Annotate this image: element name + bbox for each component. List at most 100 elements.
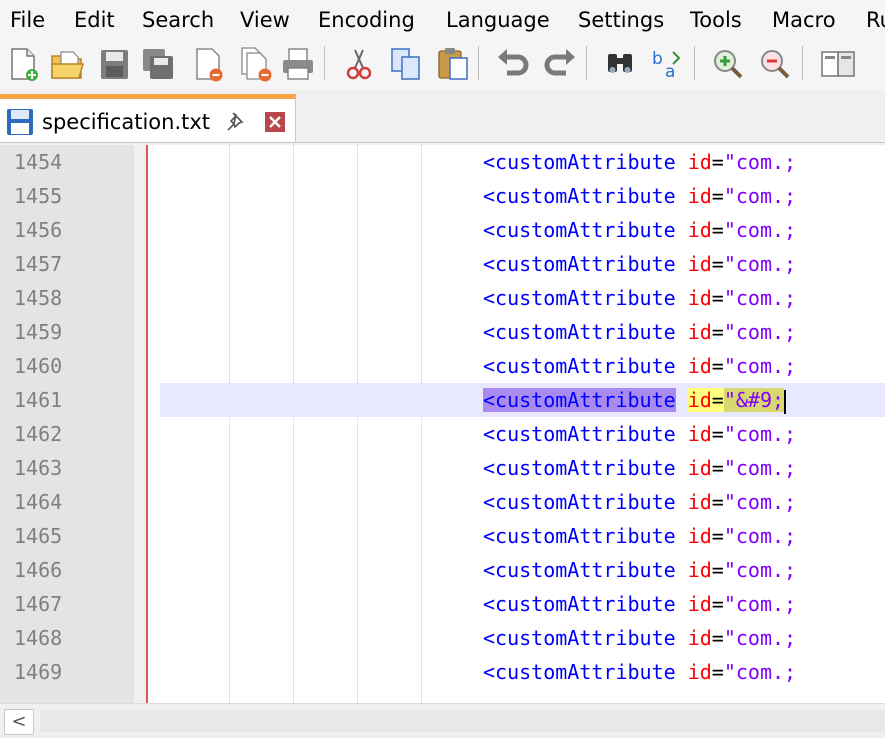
xml-tag: <customAttribute xyxy=(483,252,676,276)
xml-attribute: id xyxy=(687,354,712,378)
close-all-icon[interactable] xyxy=(236,44,276,84)
code-line[interactable]: 1467 <customAttribute id="com.; xyxy=(0,587,885,621)
xml-tag: <customAttribute xyxy=(483,558,676,582)
xml-value: "com.; xyxy=(723,524,797,548)
xml-attribute: id xyxy=(687,150,712,174)
xml-attribute: id xyxy=(687,626,712,650)
xml-attribute: id xyxy=(687,320,712,344)
code-text: <customAttribute id="com.; xyxy=(483,523,796,549)
code-line[interactable]: 1459 <customAttribute id="com.; xyxy=(0,315,885,349)
undo-icon[interactable] xyxy=(493,44,533,84)
svg-text:a: a xyxy=(665,62,675,82)
tab-title: specification.txt xyxy=(42,110,211,134)
menu-search[interactable]: Search xyxy=(142,6,214,34)
code-line[interactable]: 1456 <customAttribute id="com.; xyxy=(0,213,885,247)
new-file-icon[interactable] xyxy=(3,44,43,84)
xml-value: "com.; xyxy=(723,456,797,480)
xml-attribute: id xyxy=(687,388,712,412)
saved-file-icon xyxy=(7,109,33,135)
xml-equals: = xyxy=(711,490,724,514)
line-number: 1468 xyxy=(14,626,63,650)
xml-tag: <customAttribute xyxy=(483,218,676,242)
copy-icon[interactable] xyxy=(386,44,426,84)
line-number: 1457 xyxy=(14,252,63,276)
code-line[interactable]: 1469 <customAttribute id="com.; xyxy=(0,655,885,689)
tab-specification[interactable]: specification.txt xyxy=(0,94,296,142)
xml-tag: <customAttribute xyxy=(483,354,676,378)
xml-tag: <customAttribute xyxy=(483,320,676,344)
xml-tag: <customAttribute xyxy=(483,456,676,480)
menu-edit[interactable]: Edit xyxy=(74,6,115,34)
scrollbar-thumb[interactable] xyxy=(40,710,885,732)
line-number: 1461 xyxy=(14,388,63,412)
xml-equals: = xyxy=(711,524,724,548)
code-line[interactable]: 1457 <customAttribute id="com.; xyxy=(0,247,885,281)
find-icon[interactable] xyxy=(600,44,640,84)
xml-value: "com.; xyxy=(723,592,797,616)
redo-icon[interactable] xyxy=(540,44,580,84)
xml-value: "com.; xyxy=(723,218,797,242)
xml-tag: <customAttribute xyxy=(483,592,676,616)
code-text: <customAttribute id="com.; xyxy=(483,285,796,311)
zoom-out-icon[interactable] xyxy=(755,44,795,84)
xml-attribute: id xyxy=(687,524,712,548)
menu-bar: File Edit Search View Encoding Language … xyxy=(0,0,885,38)
pin-icon[interactable] xyxy=(224,110,248,134)
xml-tag: <customAttribute xyxy=(483,286,676,310)
menu-encoding[interactable]: Encoding xyxy=(318,6,415,34)
editor-area[interactable]: 1454 <customAttribute id="com.; 1455 <custo… xyxy=(0,145,885,703)
xml-value: "com.; xyxy=(723,422,797,446)
code-line[interactable]: 1460 <customAttribute id="com.; xyxy=(0,349,885,383)
sync-scroll-icon[interactable] xyxy=(816,44,856,84)
code-line[interactable]: 1458 <customAttribute id="com.; xyxy=(0,281,885,315)
xml-tag: <customAttribute xyxy=(483,150,676,174)
xml-value: "com.; xyxy=(723,184,797,208)
print-icon[interactable] xyxy=(278,44,318,84)
replace-icon[interactable]: ba xyxy=(647,44,687,84)
line-number: 1464 xyxy=(14,490,63,514)
code-text: <customAttribute id="com.; xyxy=(483,421,796,447)
xml-attribute: id xyxy=(687,218,712,242)
code-text: <customAttribute id="com.; xyxy=(483,353,796,379)
xml-value: "com.; xyxy=(723,626,797,650)
menu-view[interactable]: View xyxy=(240,6,290,34)
code-line[interactable]: 1465 <customAttribute id="com.; xyxy=(0,519,885,553)
code-line[interactable]: 1462 <customAttribute id="com.; xyxy=(0,417,885,451)
tab-strip: specification.txt xyxy=(0,90,885,143)
close-icon[interactable] xyxy=(188,44,228,84)
code-line[interactable]: 1463 <customAttribute id="com.; xyxy=(0,451,885,485)
scroll-left-button[interactable]: < xyxy=(4,709,34,735)
xml-value: "com.; xyxy=(723,286,797,310)
xml-tag: <customAttribute xyxy=(483,388,676,412)
menu-language[interactable]: Language xyxy=(446,6,550,34)
code-line[interactable]: 1461 <customAttribute id="&#9; xyxy=(0,383,885,417)
menu-settings[interactable]: Settings xyxy=(578,6,664,34)
xml-equals: = xyxy=(711,150,724,174)
open-file-icon[interactable] xyxy=(47,44,87,84)
toolbar-separator xyxy=(694,46,695,80)
toolbar-separator xyxy=(586,46,587,80)
xml-attribute: id xyxy=(687,422,712,446)
xml-tag: <customAttribute xyxy=(483,490,676,514)
save-all-icon[interactable] xyxy=(138,44,178,84)
xml-value: "com.; xyxy=(723,252,797,276)
close-tab-icon[interactable] xyxy=(264,111,286,133)
cut-icon[interactable] xyxy=(339,44,379,84)
code-line[interactable]: 1454 <customAttribute id="com.; xyxy=(0,145,885,179)
save-icon[interactable] xyxy=(94,44,134,84)
menu-macro[interactable]: Macro xyxy=(772,6,836,34)
xml-tag: <customAttribute xyxy=(483,660,676,684)
menu-run[interactable]: Ru xyxy=(866,6,885,34)
code-line[interactable]: 1455 <customAttribute id="com.; xyxy=(0,179,885,213)
menu-tools[interactable]: Tools xyxy=(690,6,742,34)
code-line[interactable]: 1464 <customAttribute id="com.; xyxy=(0,485,885,519)
menu-file[interactable]: File xyxy=(10,6,45,34)
horizontal-scrollbar[interactable]: < xyxy=(0,703,885,738)
paste-icon[interactable] xyxy=(433,44,473,84)
code-line[interactable]: 1468 <customAttribute id="com.; xyxy=(0,621,885,655)
zoom-in-icon[interactable] xyxy=(708,44,748,84)
xml-attribute: id xyxy=(687,490,712,514)
line-number: 1467 xyxy=(14,592,63,616)
line-number: 1460 xyxy=(14,354,63,378)
code-line[interactable]: 1466 <customAttribute id="com.; xyxy=(0,553,885,587)
